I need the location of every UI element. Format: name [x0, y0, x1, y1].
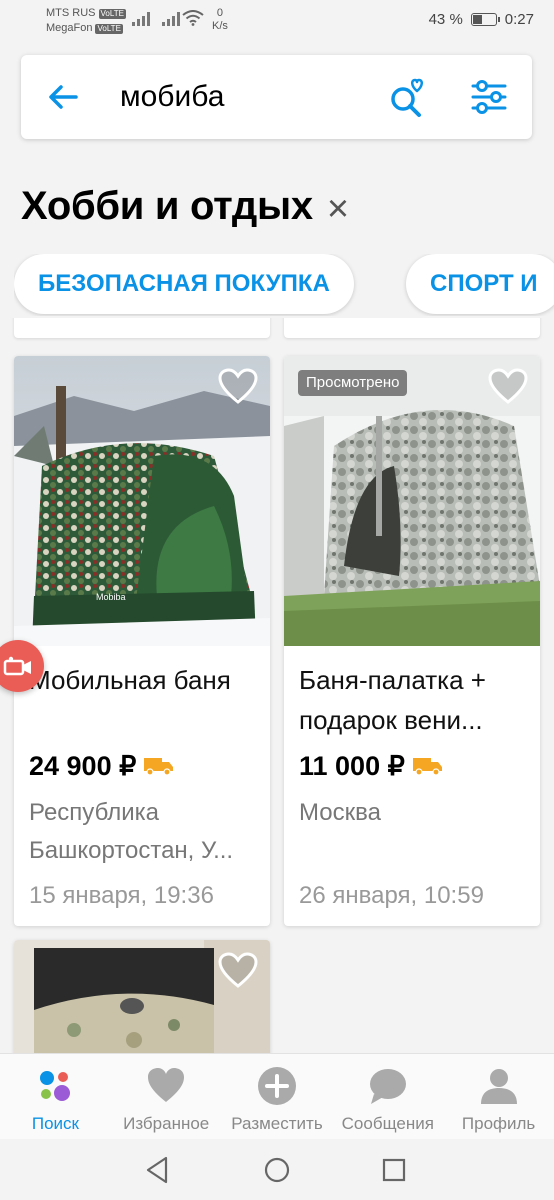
user-icon — [480, 1069, 517, 1104]
volte-badge: VoLTE — [98, 8, 126, 19]
battery-percent: 43 % — [428, 11, 463, 28]
chip-sport[interactable]: СПОРТ И — [406, 254, 554, 314]
search-dots-icon — [40, 1071, 71, 1101]
search-heart-icon — [391, 78, 423, 117]
back-button[interactable] — [43, 77, 83, 117]
viewed-badge: Просмотрено — [298, 370, 408, 396]
clock: 0:27 — [504, 11, 534, 28]
nav-label: Сообщения — [341, 1114, 434, 1133]
nav-favorites[interactable]: Избранное — [111, 1054, 222, 1139]
listing-price: 24 900 ₽ — [29, 751, 137, 781]
listing-date: 15 января, 19:36 — [29, 882, 214, 909]
search-bar: мобиба — [21, 55, 532, 139]
listing-feed[interactable]: Mobiba Мобильная баня 24 900 ₽ Республик… — [0, 318, 554, 1053]
listing-price: 11 000 ₽ — [299, 751, 405, 781]
favorite-button[interactable] — [218, 368, 258, 406]
listing-title: Баня-палатка + подарок вени... — [299, 665, 486, 735]
category-title: Хобби и отдых — [21, 184, 313, 228]
listing-card-partial[interactable] — [284, 318, 540, 338]
nav-label: Избранное — [123, 1114, 210, 1133]
nav-profile[interactable]: Профиль — [443, 1054, 554, 1139]
nav-messages[interactable]: Сообщения — [332, 1054, 443, 1139]
chip-safe-purchase[interactable]: БЕЗОПАСНАЯ ПОКУПКА — [14, 254, 354, 314]
listing-card[interactable]: Mobiba Мобильная баня 24 900 ₽ Республик… — [14, 356, 270, 926]
search-input[interactable]: мобиба — [120, 79, 224, 115]
listing-card-partial[interactable] — [14, 318, 270, 338]
carrier-2: MegaFon — [46, 22, 93, 34]
plus-circle-icon — [257, 1067, 296, 1105]
delivery-truck-icon — [412, 758, 442, 776]
listing-title: Мобильная баня — [29, 665, 231, 695]
carrier-1: MTS RUS — [46, 7, 96, 19]
system-home-icon[interactable] — [261, 1154, 293, 1186]
category-header: Хобби и отдых × — [21, 180, 349, 232]
listing-photo: Mobiba — [14, 356, 270, 646]
listing-photo — [14, 940, 270, 1053]
nav-post[interactable]: Разместить — [222, 1054, 333, 1139]
listing-location: Республика Башкортостан, У... — [29, 799, 234, 864]
filter-chips: БЕЗОПАСНАЯ ПОКУПКА СПОРТ И — [14, 254, 554, 316]
system-navigation — [0, 1139, 554, 1200]
nav-label: Профиль — [461, 1114, 536, 1133]
listing-photo: Просмотрено — [284, 356, 540, 646]
system-recents-icon[interactable] — [378, 1154, 410, 1186]
nav-search[interactable]: Поиск — [0, 1054, 111, 1139]
system-back-icon[interactable] — [142, 1154, 174, 1186]
clear-category-button[interactable]: × — [327, 189, 349, 229]
delivery-truck-icon — [144, 758, 174, 776]
bottom-navigation: Поиск Избранное Разместить Сообщения Про… — [0, 1053, 554, 1139]
listing-location: Москва — [299, 799, 381, 826]
chat-bubble-icon — [369, 1069, 406, 1104]
favorite-button[interactable] — [218, 952, 258, 990]
save-search-button[interactable] — [385, 75, 429, 119]
carrier-info: MTS RUS VoLTE MegaFon VoLTE — [46, 6, 126, 36]
signal-icon — [132, 10, 150, 26]
net-speed: 0 K/s — [212, 7, 228, 32]
filter-button[interactable] — [467, 75, 511, 119]
nav-label: Поиск — [31, 1114, 79, 1133]
volte-badge: VoLTE — [95, 23, 123, 34]
listing-date: 26 января, 10:59 — [299, 882, 484, 909]
arrow-left-icon — [49, 85, 78, 109]
camera-icon — [3, 656, 31, 676]
listing-card[interactable] — [14, 940, 270, 1053]
signal-icon — [162, 10, 180, 26]
listing-card[interactable]: Просмотрено Баня-палатка + подарок вени.… — [284, 356, 540, 926]
favorite-button[interactable] — [488, 368, 528, 406]
svg-text:Mobiba: Mobiba — [96, 592, 126, 602]
battery-icon — [470, 13, 500, 26]
wifi-icon — [182, 10, 204, 26]
nav-label: Разместить — [231, 1114, 323, 1133]
status-bar: MTS RUS VoLTE MegaFon VoLTE 0 K/s 43 % 0:2… — [0, 0, 554, 42]
heart-icon — [148, 1068, 185, 1102]
sliders-icon — [471, 80, 507, 114]
